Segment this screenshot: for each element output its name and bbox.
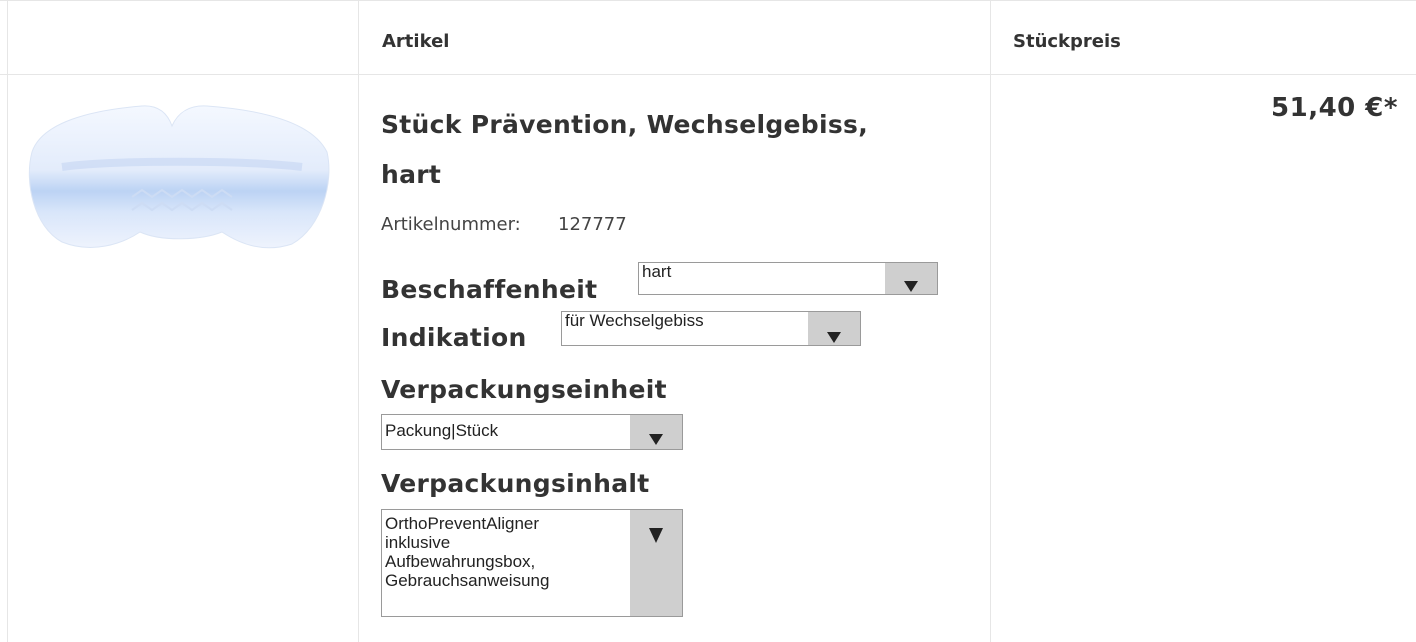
column-divider-price [990,0,991,642]
verpackungseinheit-dropdown-button[interactable] [630,415,682,449]
beschaffenheit-select[interactable]: hart [638,262,938,295]
column-divider-image [358,0,359,642]
table-top-border [0,0,1416,1]
option-label-verpackungseinheit: Verpackungseinheit [381,375,667,404]
triangle-down-icon [904,281,918,292]
verpackungsinhalt-dropdown-button[interactable] [630,510,682,616]
indikation-select-value: für Wechselgebiss [565,311,704,330]
verpackungseinheit-select[interactable]: Packung|Stück [381,414,683,450]
unit-price: 51,40 €* [1271,93,1398,123]
header-divider [0,74,1416,75]
article-number-label: Artikelnummer: [381,214,521,235]
triangle-down-icon [649,434,663,445]
verpackungsinhalt-select-value: OrthoPreventAligner inklusive Aufbewahru… [385,514,549,590]
verpackungsinhalt-line: inklusive [385,533,451,552]
indikation-dropdown-button[interactable] [808,312,860,345]
table-left-border [7,0,8,642]
option-label-beschaffenheit: Beschaffenheit [381,275,598,304]
verpackungsinhalt-line: Aufbewahrungsbox, [385,552,536,571]
verpackungsinhalt-select[interactable]: OrthoPreventAligner inklusive Aufbewahru… [381,509,683,617]
beschaffenheit-dropdown-button[interactable] [885,263,937,294]
verpackungsinhalt-line: OrthoPreventAligner [385,514,540,533]
mouthguard-image[interactable] [22,92,334,257]
option-label-indikation: Indikation [381,323,527,352]
option-label-verpackungsinhalt: Verpackungsinhalt [381,469,650,498]
triangle-down-icon [827,332,841,343]
cart-table: Artikel Stückpreis Stück Prävention, Wec… [0,0,1416,642]
triangle-down-icon [649,528,663,543]
product-title[interactable]: Stück Prävention, Wechselgebiss, hart [381,100,961,200]
verpackungseinheit-select-value: Packung|Stück [385,421,499,440]
header-unit-price: Stückpreis [1013,31,1121,52]
article-number: 127777 [558,214,627,235]
header-article: Artikel [382,31,450,52]
verpackungsinhalt-line: Gebrauchsanweisung [385,571,550,590]
indikation-select[interactable]: für Wechselgebiss [561,311,861,346]
product-title-line1: Stück Prävention, Wechselgebiss, [381,110,869,139]
product-title-line2: hart [381,160,442,189]
beschaffenheit-select-value: hart [642,262,672,281]
